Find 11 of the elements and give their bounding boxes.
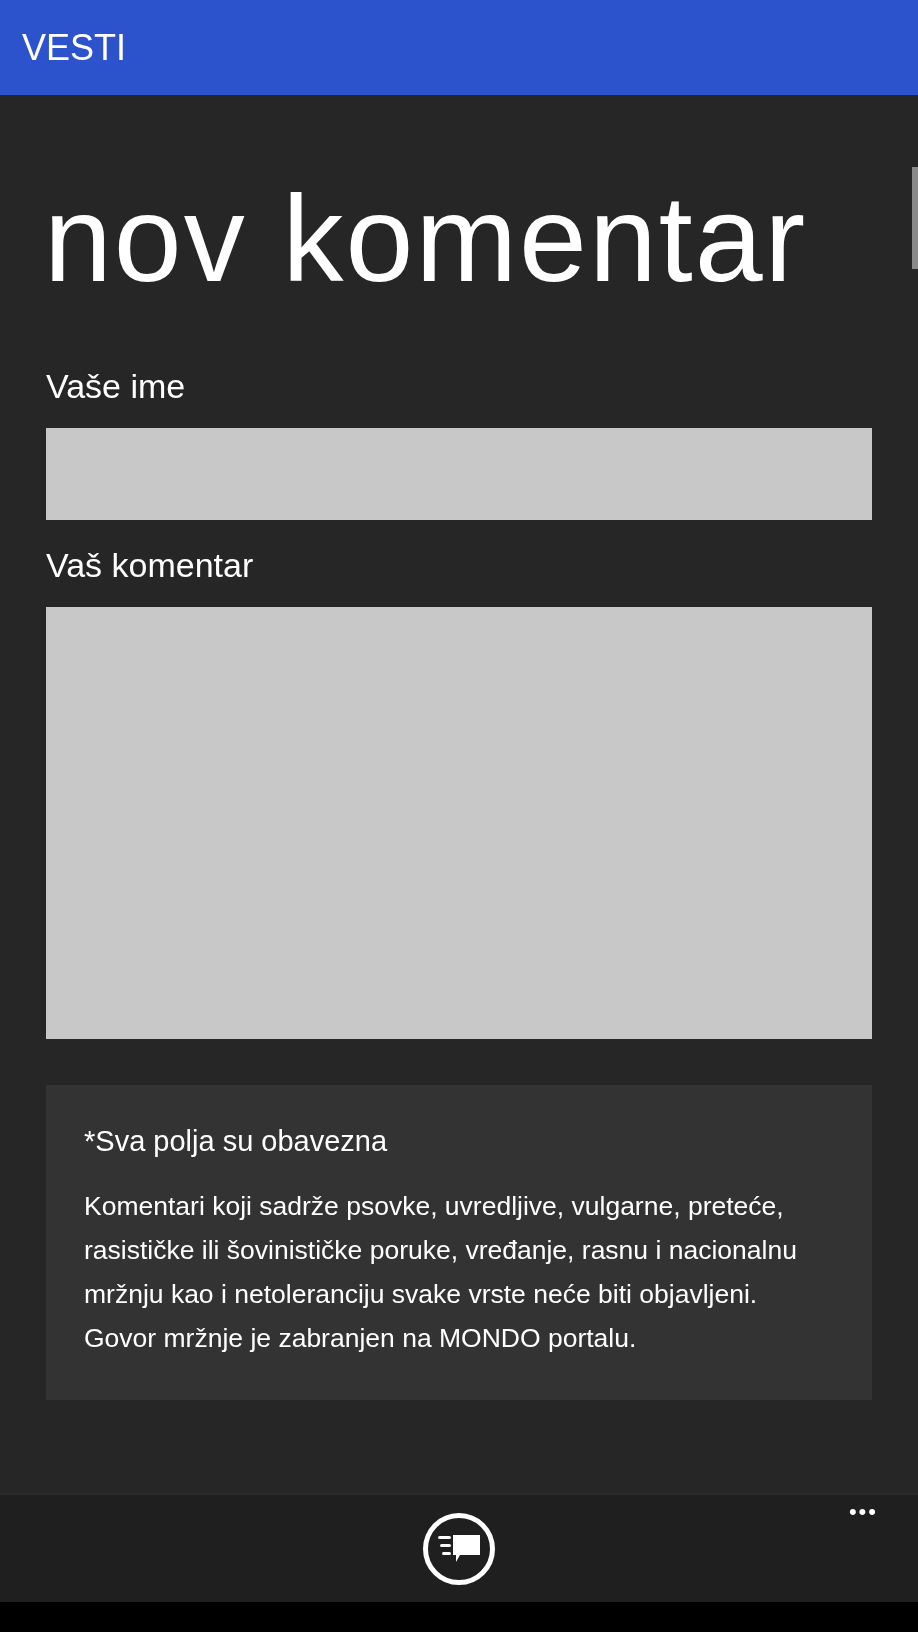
field-label: Vaše ime [46,367,187,406]
notice-text: Komentari koji sadrže psovke, uvredljive, vulgarne, preteće, rasističke ili šovinističke poruke, vređanje, rasnu i nacionalnu mržnju kao i netoleranciju svake vrste neće biti objavljeni. Govor mržnje je zabranjen na MONDO portalu. [84,1190,798,1355]
comment-icon [438,1534,480,1563]
comment-field[interactable] [46,607,872,1039]
more-button[interactable]: ••• [848,1499,878,1525]
name-field[interactable] [46,428,872,520]
notice-title: *Sva polja su obavezna [84,1125,389,1158]
page-title: nov komentar [44,170,809,309]
comment-button[interactable] [423,1512,495,1585]
app-title: VESTI [22,26,127,69]
field-label: Vaš komentar [46,546,255,585]
